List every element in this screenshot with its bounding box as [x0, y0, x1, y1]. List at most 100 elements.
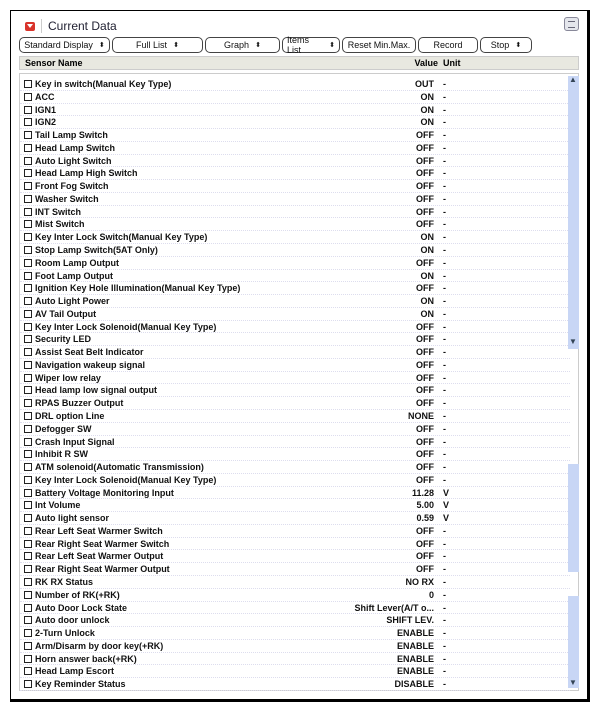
- table-row[interactable]: IGN1ON-: [20, 104, 570, 117]
- row-checkbox[interactable]: [24, 348, 32, 356]
- table-row[interactable]: Key Inter Lock Switch(Manual Key Type)ON…: [20, 231, 570, 244]
- scrollbar-thumb[interactable]: [568, 464, 579, 572]
- row-checkbox[interactable]: [24, 220, 32, 228]
- row-checkbox[interactable]: [24, 195, 32, 203]
- row-checkbox[interactable]: [24, 144, 32, 152]
- row-checkbox[interactable]: [24, 476, 32, 484]
- row-checkbox[interactable]: [24, 616, 32, 624]
- row-checkbox[interactable]: [24, 182, 32, 190]
- row-checkbox[interactable]: [24, 412, 32, 420]
- row-checkbox[interactable]: [24, 629, 32, 637]
- row-checkbox[interactable]: [24, 169, 32, 177]
- row-checkbox[interactable]: [24, 386, 32, 394]
- row-checkbox[interactable]: [24, 246, 32, 254]
- table-row[interactable]: Foot Lamp OutputON-: [20, 270, 570, 283]
- table-row[interactable]: Front Fog SwitchOFF-: [20, 180, 570, 193]
- table-row[interactable]: DRL option LineNONE-: [20, 410, 570, 423]
- row-checkbox[interactable]: [24, 604, 32, 612]
- row-checkbox[interactable]: [24, 323, 32, 331]
- table-row[interactable]: Rear Left Seat Warmer SwitchOFF-: [20, 525, 570, 538]
- row-checkbox[interactable]: [24, 157, 32, 165]
- table-row[interactable]: Wiper low relayOFF-: [20, 372, 570, 385]
- table-row[interactable]: Rear Right Seat Warmer OutputOFF-: [20, 563, 570, 576]
- table-row[interactable]: Room Lamp OutputOFF-: [20, 257, 570, 270]
- table-row[interactable]: Auto Light SwitchOFF-: [20, 155, 570, 168]
- table-row[interactable]: Tail Lamp SwitchOFF-: [20, 129, 570, 142]
- header-unit[interactable]: Unit: [443, 58, 461, 68]
- row-checkbox[interactable]: [24, 361, 32, 369]
- table-row[interactable]: Inhibit R SWOFF-: [20, 448, 570, 461]
- row-checkbox[interactable]: [24, 514, 32, 522]
- table-row[interactable]: Head Lamp SwitchOFF-: [20, 142, 570, 155]
- row-checkbox[interactable]: [24, 540, 32, 548]
- table-row[interactable]: Crash Input SignalOFF-: [20, 436, 570, 449]
- row-checkbox[interactable]: [24, 399, 32, 407]
- table-row[interactable]: Head Lamp EscortENABLE-: [20, 665, 570, 678]
- table-row[interactable]: Rear Right Seat Warmer SwitchOFF-: [20, 538, 570, 551]
- scrollbar-thumb[interactable]: [568, 596, 579, 688]
- table-row[interactable]: Key Reminder StatusDISABLE-: [20, 678, 570, 691]
- table-row[interactable]: RK RX StatusNO RX-: [20, 576, 570, 589]
- row-checkbox[interactable]: [24, 438, 32, 446]
- toolbar-button-standard-display[interactable]: Standard Display⬍: [19, 37, 110, 53]
- table-row[interactable]: Number of RK(+RK)0-: [20, 589, 570, 602]
- scroll-down-icon[interactable]: ▼: [569, 337, 577, 346]
- table-row[interactable]: Auto Light PowerON-: [20, 295, 570, 308]
- row-checkbox[interactable]: [24, 489, 32, 497]
- toolbar-button-record[interactable]: Record: [418, 37, 478, 53]
- menu-icon[interactable]: [564, 17, 579, 31]
- table-row[interactable]: INT SwitchOFF-: [20, 206, 570, 219]
- row-checkbox[interactable]: [24, 335, 32, 343]
- table-row[interactable]: Washer SwitchOFF-: [20, 193, 570, 206]
- toolbar-button-stop[interactable]: Stop⬍: [480, 37, 532, 53]
- table-row[interactable]: IGN2ON-: [20, 116, 570, 129]
- row-checkbox[interactable]: [24, 642, 32, 650]
- row-checkbox[interactable]: [24, 655, 32, 663]
- table-row[interactable]: AV Tail OutputON-: [20, 308, 570, 321]
- table-row[interactable]: 2-Turn UnlockENABLE-: [20, 627, 570, 640]
- table-row[interactable]: RPAS Buzzer OutputOFF-: [20, 397, 570, 410]
- table-row[interactable]: ACCON-: [20, 91, 570, 104]
- table-row[interactable]: Key Inter Lock Solenoid(Manual Key Type)…: [20, 474, 570, 487]
- row-checkbox[interactable]: [24, 284, 32, 292]
- row-checkbox[interactable]: [24, 667, 32, 675]
- table-row[interactable]: ATM solenoid(Automatic Transmission)OFF-: [20, 461, 570, 474]
- table-row[interactable]: Auto light sensor0.59V: [20, 512, 570, 525]
- table-row[interactable]: Mist SwitchOFF-: [20, 218, 570, 231]
- collapse-icon[interactable]: [25, 22, 35, 31]
- row-checkbox[interactable]: [24, 501, 32, 509]
- table-row[interactable]: Head Lamp High SwitchOFF-: [20, 167, 570, 180]
- table-row[interactable]: Security LEDOFF-: [20, 333, 570, 346]
- header-value[interactable]: Value: [414, 58, 438, 68]
- table-row[interactable]: Horn answer back(+RK)ENABLE-: [20, 653, 570, 666]
- table-row[interactable]: Assist Seat Belt IndicatorOFF-: [20, 346, 570, 359]
- table-row[interactable]: Key Inter Lock Solenoid(Manual Key Type)…: [20, 321, 570, 334]
- row-checkbox[interactable]: [24, 106, 32, 114]
- header-sensor-name[interactable]: Sensor Name: [25, 58, 83, 68]
- table-row[interactable]: Rear Left Seat Warmer OutputOFF-: [20, 550, 570, 563]
- row-checkbox[interactable]: [24, 591, 32, 599]
- table-row[interactable]: Ignition Key Hole Illumination(Manual Ke…: [20, 282, 570, 295]
- row-checkbox[interactable]: [24, 552, 32, 560]
- row-checkbox[interactable]: [24, 297, 32, 305]
- table-row[interactable]: Auto door unlockSHIFT LEV.-: [20, 614, 570, 627]
- row-checkbox[interactable]: [24, 374, 32, 382]
- row-checkbox[interactable]: [24, 272, 32, 280]
- row-checkbox[interactable]: [24, 131, 32, 139]
- toolbar-button-reset-min-max-[interactable]: Reset Min.Max.: [342, 37, 416, 53]
- table-row[interactable]: Defogger SWOFF-: [20, 423, 570, 436]
- row-checkbox[interactable]: [24, 680, 32, 688]
- table-row[interactable]: Battery Voltage Monitoring Input11.28V: [20, 487, 570, 500]
- table-row[interactable]: Stop Lamp Switch(5AT Only)ON-: [20, 244, 570, 257]
- row-checkbox[interactable]: [24, 259, 32, 267]
- table-row[interactable]: Arm/Disarm by door key(+RK)ENABLE-: [20, 640, 570, 653]
- table-row[interactable]: Key in switch(Manual Key Type)OUT-: [20, 78, 570, 91]
- row-checkbox[interactable]: [24, 450, 32, 458]
- toolbar-button-graph[interactable]: Graph⬍: [205, 37, 280, 53]
- table-row[interactable]: Navigation wakeup signalOFF-: [20, 359, 570, 372]
- scrollbar[interactable]: [568, 76, 579, 349]
- scroll-up-icon[interactable]: ▲: [569, 75, 577, 84]
- toolbar-button-full-list[interactable]: Full List⬍: [112, 37, 203, 53]
- row-checkbox[interactable]: [24, 80, 32, 88]
- table-row[interactable]: Auto Door Lock StateShift Lever(A/T o...…: [20, 602, 570, 615]
